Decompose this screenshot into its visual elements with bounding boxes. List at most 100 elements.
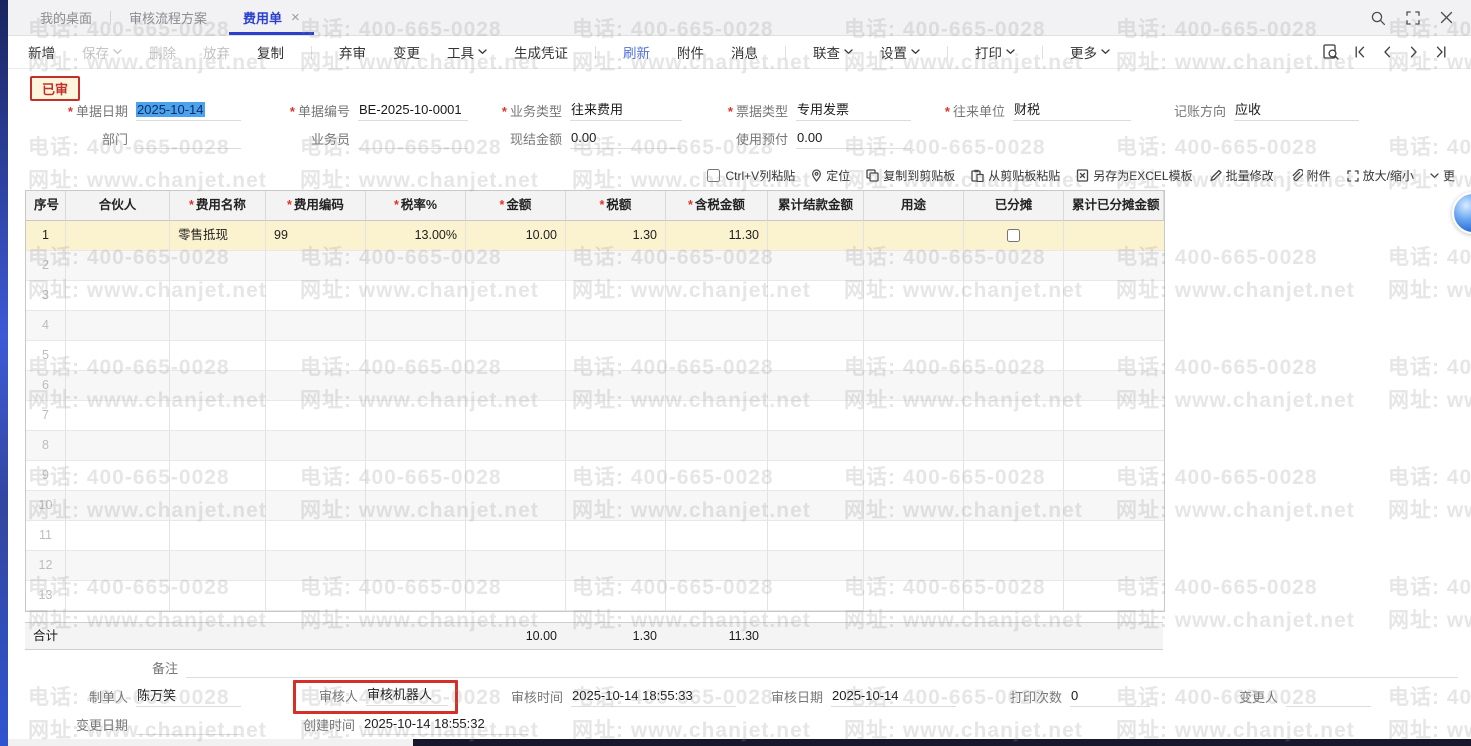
cell-purpose[interactable] (864, 401, 964, 431)
prev-page-icon[interactable] (1381, 46, 1393, 58)
cell-allocated-total[interactable] (1064, 431, 1164, 461)
toolbar-save-button[interactable]: 保存 (82, 42, 122, 62)
cell-settled-total[interactable] (768, 431, 864, 461)
cell-expense-name[interactable] (170, 311, 266, 341)
toolbar-print-button[interactable]: 打印 (975, 42, 1015, 62)
cell-amount-with-tax[interactable] (666, 521, 768, 551)
toolbar-discard-button[interactable]: 放弃 (203, 42, 230, 62)
cell-settled-total[interactable] (768, 221, 864, 251)
cell-settled-total[interactable] (768, 491, 864, 521)
cell-seq[interactable]: 4 (26, 311, 66, 341)
field-changer[interactable]: 变更人 (1228, 687, 1371, 707)
cell-allocated[interactable] (964, 281, 1064, 311)
tab-expense-bill[interactable]: 费用单 × (225, 0, 318, 35)
col-header-partner[interactable]: 合伙人 (66, 191, 170, 221)
toolbar-change-button[interactable]: 变更 (393, 42, 420, 62)
cell-expense-code[interactable] (266, 371, 366, 401)
cell-settled-total[interactable] (768, 581, 864, 611)
cell-allocated[interactable] (964, 251, 1064, 281)
scrollbar-thumb[interactable] (413, 739, 1471, 746)
preview-icon[interactable] (1323, 44, 1339, 60)
toolbar-refresh-button[interactable]: 刷新 (623, 42, 650, 62)
field-audit-date[interactable]: 审核日期 2025-10-14 (758, 687, 956, 707)
cell-amount-with-tax[interactable] (666, 401, 768, 431)
cell-amount-with-tax[interactable] (666, 281, 768, 311)
cell-settled-total[interactable] (768, 461, 864, 491)
field-audit-time-input[interactable]: 2025-10-14 18:55:33 (571, 687, 736, 707)
cell-expense-code[interactable] (266, 521, 366, 551)
close-tab-icon[interactable]: × (291, 10, 300, 25)
field-department-input[interactable] (136, 129, 241, 149)
table-row-empty[interactable]: 8 (26, 431, 1164, 461)
table-row-empty[interactable]: 5 (26, 341, 1164, 371)
cell-allocated-total[interactable] (1064, 251, 1164, 281)
cell-settled-total[interactable] (768, 551, 864, 581)
close-icon[interactable] (1440, 11, 1453, 24)
grid-toolbar-batch-modify[interactable]: 批量修改 (1209, 167, 1274, 184)
cell-purpose[interactable] (864, 311, 964, 341)
cell-expense-code[interactable]: 99 (266, 221, 366, 251)
cell-seq[interactable]: 7 (26, 401, 66, 431)
cell-amount-with-tax[interactable] (666, 311, 768, 341)
col-header-tax-rate[interactable]: * 税率% (366, 191, 466, 221)
cell-tax-rate[interactable] (366, 431, 466, 461)
col-header-allocated-total[interactable]: 累计已分摊金额 (1064, 191, 1164, 221)
allocated-checkbox[interactable] (1007, 229, 1020, 242)
cell-tax[interactable] (566, 251, 666, 281)
tab-audit-flow-scheme[interactable]: 审核流程方案 (111, 0, 225, 35)
cell-allocated[interactable] (964, 311, 1064, 341)
cell-tax[interactable] (566, 281, 666, 311)
cell-purpose[interactable] (864, 491, 964, 521)
cell-purpose[interactable] (864, 581, 964, 611)
table-row-empty[interactable]: 2 (26, 251, 1164, 281)
field-prepaid-used[interactable]: 使用预付 0.00 (688, 129, 911, 149)
cell-expense-name[interactable] (170, 341, 266, 371)
grid-toolbar-copy-to-clipboard[interactable]: 复制到剪贴板 (866, 167, 955, 184)
cell-tax[interactable] (566, 521, 666, 551)
toolbar-new-button[interactable]: 新增 (28, 42, 55, 62)
cell-allocated-total[interactable] (1064, 281, 1164, 311)
cell-tax[interactable] (566, 341, 666, 371)
cell-expense-code[interactable] (266, 311, 366, 341)
cell-allocated[interactable] (964, 581, 1064, 611)
cell-tax-rate[interactable] (366, 491, 466, 521)
cell-tax[interactable]: 1.30 (566, 221, 666, 251)
cell-amount[interactable] (466, 371, 566, 401)
cell-tax-rate[interactable] (366, 521, 466, 551)
cell-settled-total[interactable] (768, 281, 864, 311)
cell-settled-total[interactable] (768, 371, 864, 401)
cell-purpose[interactable] (864, 431, 964, 461)
table-row-empty[interactable]: 3 (26, 281, 1164, 311)
cell-expense-code[interactable] (266, 341, 366, 371)
cell-expense-name[interactable]: 零售抵现 (170, 221, 266, 251)
cell-seq[interactable]: 2 (26, 251, 66, 281)
field-prepaid-used-input[interactable]: 0.00 (796, 129, 911, 149)
cell-tax-rate[interactable] (366, 581, 466, 611)
field-invoice-type[interactable]: * 票据类型 专用发票 (688, 101, 911, 121)
cell-expense-code[interactable] (266, 491, 366, 521)
field-creator[interactable]: 制单人 陈万笑 (28, 687, 241, 707)
cell-expense-code[interactable] (266, 461, 366, 491)
toolbar-unaudit-button[interactable]: 弃审 (339, 42, 366, 62)
cell-amount[interactable] (466, 551, 566, 581)
ctrlv-column-paste-checkbox[interactable] (706, 169, 720, 182)
cell-amount[interactable] (466, 401, 566, 431)
toolbar-generate-voucher-button[interactable]: 生成凭证 (514, 42, 568, 62)
table-row-empty[interactable]: 9 (26, 461, 1164, 491)
cell-partner[interactable] (66, 371, 170, 401)
cell-tax[interactable] (566, 491, 666, 521)
col-header-amount[interactable]: * 金额 (466, 191, 566, 221)
cell-tax-rate[interactable] (366, 371, 466, 401)
cell-purpose[interactable] (864, 461, 964, 491)
toolbar-link-query-button[interactable]: 联查 (813, 42, 853, 62)
cell-partner[interactable] (66, 341, 170, 371)
table-row-empty[interactable]: 6 (26, 371, 1164, 401)
cell-allocated[interactable] (964, 521, 1064, 551)
cell-expense-code[interactable] (266, 431, 366, 461)
cell-allocated-total[interactable] (1064, 521, 1164, 551)
cell-allocated-total[interactable] (1064, 461, 1164, 491)
cell-expense-name[interactable] (170, 521, 266, 551)
cell-tax[interactable] (566, 551, 666, 581)
toolbar-tools-button[interactable]: 工具 (447, 42, 487, 62)
field-bill-date[interactable]: * 单据日期 2025-10-14 (28, 101, 241, 121)
